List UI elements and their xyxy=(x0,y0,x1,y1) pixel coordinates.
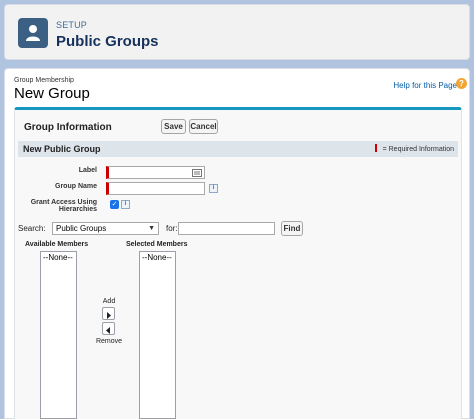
required-legend: = Required Information xyxy=(374,144,454,153)
grant-access-checkbox[interactable]: ✓ xyxy=(110,200,119,209)
header-title: Public Groups xyxy=(56,33,159,50)
available-members-list[interactable]: --None-- xyxy=(40,251,77,419)
arrow-left-icon xyxy=(106,327,110,334)
selected-members-list[interactable]: --None-- xyxy=(139,251,176,419)
add-button[interactable] xyxy=(102,307,115,320)
list-item[interactable]: --None-- xyxy=(41,252,76,263)
field-lookup-icon xyxy=(192,169,202,177)
arrow-right-icon xyxy=(107,312,111,319)
grant-access-info-icon[interactable]: i xyxy=(121,200,130,209)
group-name-field-label: Group Name xyxy=(55,183,98,190)
group-name-info-icon[interactable]: i xyxy=(209,184,218,193)
remove-label: Remove xyxy=(95,338,123,345)
search-type-select[interactable]: Public Groups ▼ xyxy=(52,222,159,235)
page-header: SETUP Public Groups xyxy=(4,4,470,60)
required-marker xyxy=(374,144,377,152)
search-type-selected: Public Groups xyxy=(56,224,107,233)
required-legend-text: = Required Information xyxy=(382,146,454,153)
chevron-down-icon: ▼ xyxy=(148,225,155,232)
search-input[interactable] xyxy=(178,222,275,235)
label-input[interactable] xyxy=(106,166,205,179)
group-information-block: Group Information Save Cancel New Public… xyxy=(14,107,462,419)
available-members-title: Available Members xyxy=(25,241,89,248)
section-header: New Public Group = Required Information xyxy=(18,141,458,157)
selected-members-title: Selected Members xyxy=(126,241,188,248)
groups-icon xyxy=(18,18,48,48)
cancel-button[interactable]: Cancel xyxy=(189,119,218,134)
help-link[interactable]: Help for this Page xyxy=(393,81,457,90)
for-label: for: xyxy=(166,224,178,233)
grant-access-label-line2: Hierarchies xyxy=(58,206,97,213)
find-button[interactable]: Find xyxy=(281,221,303,236)
help-icon[interactable]: ? xyxy=(456,78,467,89)
page-title: New Group xyxy=(14,85,90,102)
section-title: New Public Group xyxy=(23,144,101,154)
block-title: Group Information xyxy=(24,122,112,133)
group-name-input[interactable] xyxy=(106,182,205,195)
save-button[interactable]: Save xyxy=(161,119,186,134)
main-content: Group Membership New Group Help for this… xyxy=(4,68,470,419)
setup-eyebrow: SETUP xyxy=(56,20,88,30)
add-label: Add xyxy=(102,298,116,305)
search-label: Search: xyxy=(18,224,46,233)
page-eyebrow: Group Membership xyxy=(14,77,74,84)
remove-button[interactable] xyxy=(102,322,115,335)
grant-access-label: Grant Access Using xyxy=(30,199,97,206)
list-item[interactable]: --None-- xyxy=(140,252,175,263)
label-field-label: Label xyxy=(78,167,97,174)
